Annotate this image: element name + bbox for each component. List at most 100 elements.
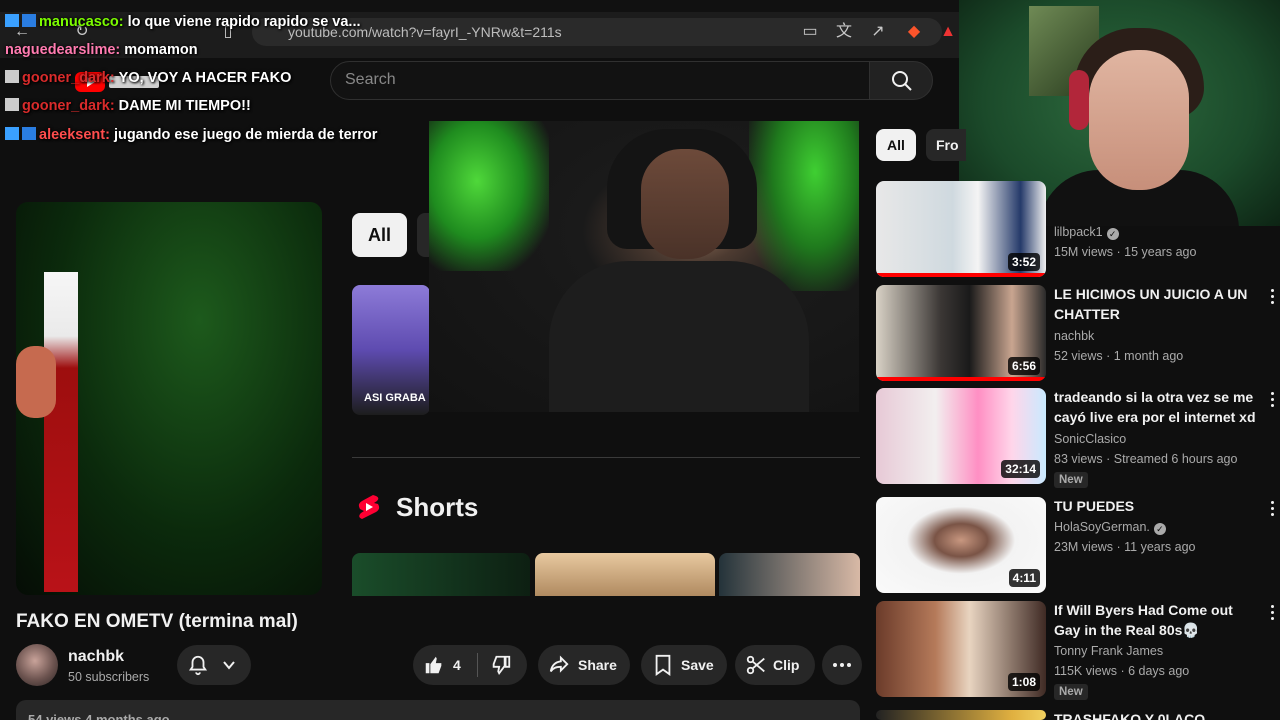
search-icon bbox=[892, 71, 912, 91]
video-duration: 4:11 bbox=[1008, 569, 1040, 587]
rewards-icon[interactable]: ▲ bbox=[938, 22, 958, 42]
more-icon bbox=[833, 663, 851, 667]
chat-text: DAME MI TIEMPO!! bbox=[118, 98, 251, 114]
video-duration: 1:08 bbox=[1007, 673, 1040, 691]
related-video-title[interactable]: LE HICIMOS UN JUICIO A UN CHATTER bbox=[1054, 284, 1259, 324]
view-count: 54 views 4 months ago bbox=[28, 712, 170, 720]
channel-label: HolaSoyGerman. bbox=[1054, 520, 1150, 534]
related-video-channel[interactable]: nachbk bbox=[1054, 329, 1094, 343]
verified-icon: ✓ bbox=[1106, 228, 1119, 240]
related-video-meta: 15M views · 15 years ago bbox=[1054, 245, 1197, 259]
channel-avatar[interactable] bbox=[16, 644, 58, 686]
related-video-thumbnail[interactable]: 4:11 bbox=[876, 497, 1046, 593]
related-video-channel[interactable]: lilbpack1 ✓ bbox=[1054, 225, 1119, 240]
related-video-meta: 83 views · Streamed 6 hours ago bbox=[1054, 452, 1238, 466]
verified-icon: ✓ bbox=[1153, 523, 1166, 535]
chat-text: momamon bbox=[124, 42, 198, 58]
related-video-meta: 115K views · 6 days ago bbox=[1054, 664, 1190, 678]
chat-user: naguedearslime: bbox=[5, 42, 121, 58]
related-video-title[interactable]: tradeando si la otra vez se me cayó live… bbox=[1054, 387, 1259, 427]
more-icon[interactable] bbox=[1267, 605, 1277, 623]
sidebar-chip-from[interactable]: Fro bbox=[926, 129, 966, 161]
share-label: Share bbox=[578, 657, 617, 673]
related-video-meta: 23M views · 11 years ago bbox=[1054, 540, 1196, 554]
like-separator bbox=[477, 653, 478, 677]
more-icon[interactable] bbox=[1267, 392, 1277, 410]
short-thumbnail[interactable] bbox=[352, 553, 530, 596]
clip-button[interactable]: Clip bbox=[735, 645, 815, 685]
related-video-title[interactable]: If Will Byers Had Come out Gay in the Re… bbox=[1054, 600, 1259, 640]
chat-user: gooner_dark: bbox=[22, 98, 115, 114]
dislike-icon[interactable] bbox=[490, 654, 512, 676]
chat-message: gooner_dark: DAME MI TIEMPO!! bbox=[5, 98, 251, 114]
bookmark-icon bbox=[655, 654, 671, 676]
chat-user: aleeksent: bbox=[39, 127, 110, 143]
thumbnail-caption: ASI GRABA bbox=[364, 392, 426, 404]
chat-text: jugando ese juego de mierda de terror bbox=[113, 127, 378, 143]
related-video-title[interactable]: TU PUEDES bbox=[1054, 496, 1259, 516]
related-video-channel[interactable]: Tonny Frank James bbox=[1054, 644, 1163, 658]
chat-user: gooner_dark: bbox=[22, 70, 115, 86]
badge-icon bbox=[5, 70, 19, 83]
new-badge: New bbox=[1054, 684, 1088, 700]
chat-text: lo que viene rapido rapido se va... bbox=[127, 14, 361, 30]
short-thumbnail[interactable] bbox=[719, 553, 860, 596]
related-video-thumbnail[interactable] bbox=[876, 710, 1046, 720]
browser-tabstrip bbox=[0, 0, 960, 12]
related-video-thumbnail[interactable]: 6:56 bbox=[876, 285, 1046, 381]
video-frame-face bbox=[16, 346, 56, 418]
search-input[interactable] bbox=[330, 61, 870, 100]
section-divider bbox=[352, 457, 860, 458]
headphones bbox=[1069, 70, 1089, 130]
sidebar-chip-all[interactable]: All bbox=[876, 129, 916, 161]
related-video-thumbnail[interactable]: 32:14 bbox=[876, 388, 1046, 484]
channel-name[interactable]: nachbk bbox=[68, 648, 124, 666]
channel-label: lilbpack1 bbox=[1054, 225, 1103, 239]
chip-next[interactable] bbox=[417, 213, 429, 257]
scissors-icon bbox=[746, 655, 765, 675]
video-duration: 3:52 bbox=[1007, 253, 1040, 271]
share-page-icon[interactable]: ↗ bbox=[868, 22, 888, 42]
bell-icon bbox=[188, 655, 208, 676]
related-video-thumbnail[interactable]: 1:08 bbox=[876, 601, 1046, 697]
related-video-channel[interactable]: SonicClasico bbox=[1054, 432, 1126, 446]
badge-icon bbox=[5, 14, 19, 27]
share-icon bbox=[549, 655, 569, 673]
more-icon[interactable] bbox=[1267, 289, 1277, 307]
chip-all[interactable]: All bbox=[352, 213, 407, 257]
badge-icon bbox=[22, 127, 36, 140]
webcam-light bbox=[429, 121, 549, 271]
shorts-icon bbox=[358, 495, 380, 519]
webcam-person-face bbox=[1089, 50, 1189, 190]
like-count[interactable]: 4 bbox=[453, 657, 461, 673]
search-placeholder: Search bbox=[345, 71, 396, 88]
video-frame-person bbox=[44, 272, 78, 592]
more-actions-button[interactable] bbox=[822, 645, 862, 685]
chat-user: manucasco: bbox=[39, 14, 124, 30]
video-duration: 32:14 bbox=[1001, 460, 1040, 478]
chat-message: aleeksent: jugando ese juego de mierda de… bbox=[5, 127, 377, 143]
search-button[interactable] bbox=[869, 61, 933, 100]
subscriber-count: 50 subscribers bbox=[68, 670, 150, 684]
translate-icon[interactable]: 文 bbox=[834, 22, 854, 42]
video-title: FAKO EN OMETV (termina mal) bbox=[16, 611, 298, 632]
related-video-title[interactable]: TRASHFAKO Y 0LACO HABLAN bbox=[1054, 709, 1259, 720]
save-button[interactable]: Save bbox=[641, 645, 727, 685]
more-icon[interactable] bbox=[1267, 501, 1277, 519]
webcam-person-face bbox=[641, 149, 729, 259]
clip-label: Clip bbox=[773, 657, 800, 673]
chevron-down-icon bbox=[223, 661, 235, 670]
related-video-thumbnail[interactable]: 3:52 bbox=[876, 181, 1046, 277]
badge-icon bbox=[5, 98, 19, 111]
share-button[interactable]: Share bbox=[538, 645, 630, 685]
related-video-channel[interactable]: HolaSoyGerman. ✓ bbox=[1054, 520, 1166, 535]
notification-button[interactable] bbox=[177, 645, 251, 685]
watch-progress bbox=[876, 273, 1046, 277]
new-badge: New bbox=[1054, 472, 1088, 488]
badge-icon bbox=[5, 127, 19, 140]
brave-shield-icon[interactable]: ◆ bbox=[904, 22, 924, 42]
like-icon[interactable] bbox=[423, 654, 445, 676]
badge-icon bbox=[22, 14, 36, 27]
cast-icon[interactable]: ▭ bbox=[800, 22, 820, 42]
short-thumbnail[interactable] bbox=[535, 553, 715, 596]
